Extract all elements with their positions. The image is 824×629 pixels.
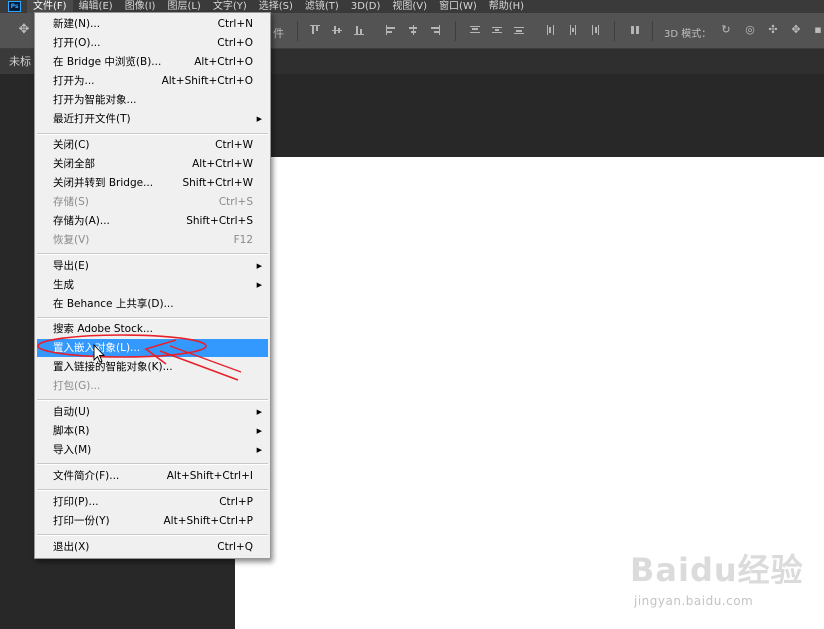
distribute-vcenter-icon[interactable] [492,25,502,35]
submenu-arrow-icon: ▶ [256,427,262,435]
slide-3d-icon[interactable]: ✥ [790,24,802,36]
menu-item-browse-bridge[interactable]: 在 Bridge 中浏览(B)... Alt+Ctrl+O [37,53,268,71]
align-left-icon[interactable] [386,25,396,35]
file-menu-dropdown: 新建(N)... Ctrl+N 打开(O)... Ctrl+O 在 Bridge 中… [34,12,271,559]
menu-help[interactable]: 帮助(H) [483,0,530,13]
menu-item-save-as[interactable]: 存储为(A)... Shift+Ctrl+S [37,212,268,230]
menu-item-open-as[interactable]: 打开为... Alt+Shift+Ctrl+O [37,72,268,90]
menu-item-close-go-bridge[interactable]: 关闭并转到 Bridge... Shift+Ctrl+W [37,174,268,192]
menu-item-generate[interactable]: 生成 ▶ [37,276,268,294]
auto-select-label: 件 [273,27,284,40]
roll-3d-icon[interactable]: ◎ [744,24,756,36]
distribute-hcenter-icon[interactable] [568,25,578,35]
menu-filter[interactable]: 滤镜(T) [299,0,345,13]
menu-item-print-one-copy[interactable]: 打印一份(Y) Alt+Shift+Ctrl+P [37,512,268,530]
menu-separator [37,399,268,401]
submenu-arrow-icon: ▶ [256,262,262,270]
menu-item-share-behance[interactable]: 在 Behance 上共享(D)... [37,295,268,313]
photoshop-window: Ps 文件(F) 编辑(E) 图像(I) 图层(L) 文字(Y) 选择(S) 滤… [0,0,824,629]
menu-item-close-all[interactable]: 关闭全部 Alt+Ctrl+W [37,155,268,173]
menu-item-new[interactable]: 新建(N)... Ctrl+N [37,15,268,33]
distribute-bottom-icon[interactable] [514,25,524,35]
baidu-watermark-url: jingyan.baidu.com [634,594,754,608]
mode-3d-label: 3D 模式： [664,29,712,40]
drag-3d-icon[interactable]: ✣ [767,24,779,36]
submenu-arrow-icon: ▶ [256,446,262,454]
align-vcenter-icon[interactable] [332,25,342,35]
align-hcenter-icon[interactable] [408,25,418,35]
align-top-icon[interactable] [310,25,320,35]
auto-align-icon[interactable] [630,25,640,35]
rotate-3d-icon[interactable]: ↻ [720,24,732,36]
menu-item-place-embedded[interactable]: 置入嵌入对象(L)... [37,339,268,357]
align-bottom-icon[interactable] [354,25,364,35]
distribute-right-icon[interactable] [590,25,600,35]
distribute-top-icon[interactable] [470,25,480,35]
menu-separator [37,317,268,319]
submenu-arrow-icon: ▶ [256,281,262,289]
menu-separator [37,253,268,255]
align-right-icon[interactable] [430,25,440,35]
menu-separator [37,534,268,536]
menu-item-recent-files[interactable]: 最近打开文件(T) ▶ [37,110,268,128]
menu-item-open-smart-object[interactable]: 打开为智能对象... [37,91,268,109]
menu-item-open[interactable]: 打开(O)... Ctrl+O [37,34,268,52]
submenu-arrow-icon: ▶ [256,408,262,416]
menu-item-file-info[interactable]: 文件简介(F)... Alt+Shift+Ctrl+I [37,467,268,485]
menu-item-import[interactable]: 导入(M) ▶ [37,441,268,459]
menu-item-exit[interactable]: 退出(X) Ctrl+Q [37,538,268,556]
menu-item-place-linked[interactable]: 置入链接的智能对象(K)... [37,358,268,376]
menu-item-print[interactable]: 打印(P)... Ctrl+P [37,493,268,511]
move-tool-icon[interactable]: ✥ [18,23,30,36]
menu-item-automate[interactable]: 自动(U) ▶ [37,403,268,421]
menu-item-export[interactable]: 导出(E) ▶ [37,257,268,275]
menu-item-save[interactable]: 存储(S) Ctrl+S [37,193,268,211]
menu-item-package[interactable]: 打包(G)... [37,377,268,395]
scale-3d-icon[interactable]: ▪ [812,24,824,36]
menu-window[interactable]: 窗口(W) [433,0,483,13]
menu-separator [37,133,268,135]
menu-separator [37,463,268,465]
photoshop-logo: Ps [8,1,21,12]
menu-item-scripts[interactable]: 脚本(R) ▶ [37,422,268,440]
baidu-watermark: Baidu经验 [630,551,804,589]
menu-item-revert[interactable]: 恢复(V) F12 [37,231,268,249]
menu-separator [37,489,268,491]
submenu-arrow-icon: ▶ [256,115,262,123]
menu-view[interactable]: 视图(V) [386,0,433,13]
distribute-left-icon[interactable] [546,25,556,35]
menu-item-search-adobe-stock[interactable]: 搜索 Adobe Stock... [37,320,268,338]
menu-3d[interactable]: 3D(D) [345,0,387,13]
menu-item-close[interactable]: 关闭(C) Ctrl+W [37,136,268,154]
